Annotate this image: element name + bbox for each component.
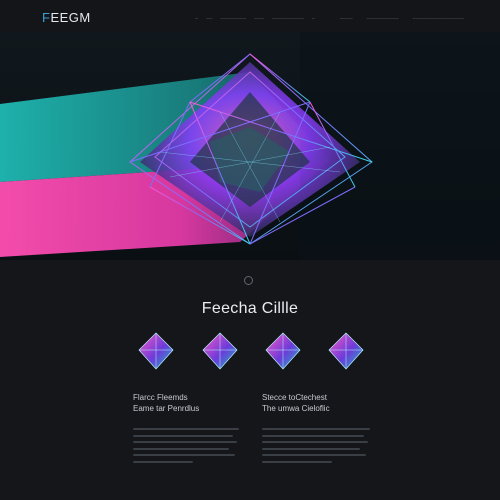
content-column-right: Stecce toCtechest The umwa Cieloflic (262, 392, 372, 467)
column-body-placeholder (133, 428, 243, 463)
diamond-feature-icon (136, 330, 176, 372)
nav-right-item-2[interactable]: —————————— (367, 16, 399, 20)
hero-banner (0, 32, 500, 260)
nav-item-2[interactable]: —— (206, 16, 212, 20)
nav-item-1[interactable]: — (195, 16, 198, 20)
logo[interactable]: FEEGM (42, 10, 91, 25)
nav-item-3[interactable]: ———————— (221, 16, 247, 20)
diamond-feature-icon (200, 330, 240, 372)
feature-icons-row (136, 330, 366, 372)
column-body-placeholder (262, 428, 372, 463)
carousel-indicator[interactable] (244, 276, 253, 285)
secondary-nav: ———— —————————— ———————————————— (340, 16, 464, 20)
nav-right-item-3[interactable]: ———————————————— (413, 16, 464, 20)
column-heading-line2: The umwa Cieloflic (262, 404, 330, 413)
nav-right-item-1[interactable]: ———— (340, 16, 353, 20)
diamond-feature-icon (263, 330, 303, 372)
nav-item-5[interactable]: —————————— (272, 16, 304, 20)
top-header: FEEGM — —— ———————— ——— —————————— — ———… (0, 0, 500, 32)
column-heading-line1: Flarcc Fleemds (133, 393, 188, 402)
main-nav: — —— ———————— ——— —————————— — (195, 16, 315, 20)
section-title: Feecha Cillle (201, 300, 299, 317)
column-heading-line1: Stecce toCtechest (262, 393, 327, 402)
hero-illustration (0, 32, 500, 260)
logo-text: EEGM (50, 10, 91, 25)
nav-item-4[interactable]: ——— (254, 16, 264, 20)
nav-item-6[interactable]: — (312, 16, 315, 20)
column-heading-line2: Eame tar Penrdlus (133, 404, 200, 413)
diamond-feature-icon (326, 330, 366, 372)
content-column-left: Flarcc Fleemds Eame tar Penrdlus (133, 392, 243, 467)
